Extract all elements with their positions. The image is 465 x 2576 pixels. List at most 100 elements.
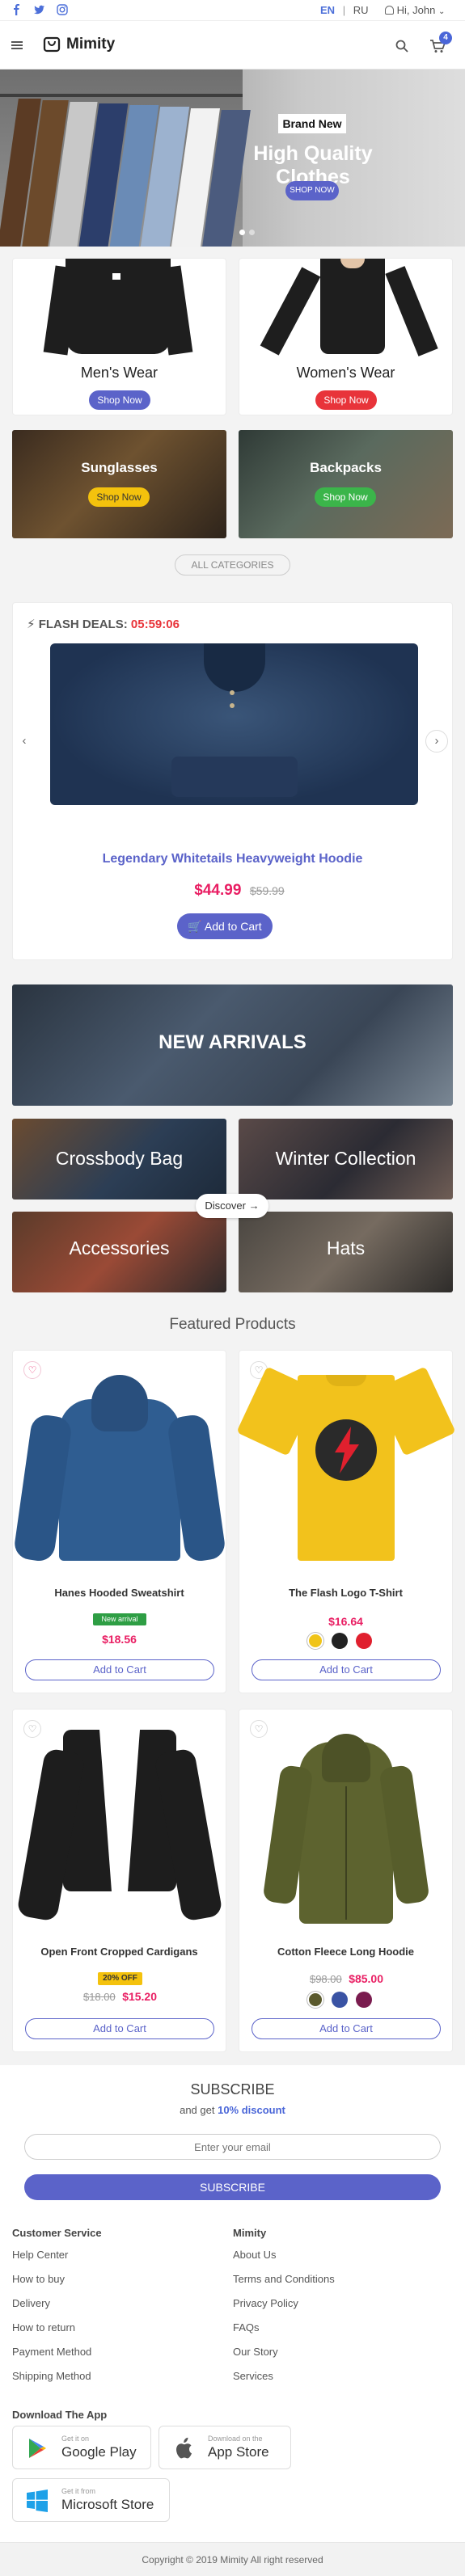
footer-link-about-us[interactable]: About Us (233, 2249, 335, 2261)
category-title: Backpacks (310, 460, 382, 475)
category-shop-now-button[interactable]: Shop Now (89, 390, 150, 410)
footer-link-how-to-buy[interactable]: How to buy (12, 2273, 91, 2285)
lightning-bolt-graphic (335, 1427, 359, 1474)
new-arrivals-banner[interactable]: NEW ARRIVALS (12, 984, 453, 1106)
footer: SUBSCRIBE and get 10% discount SUBSCRIBE… (0, 2065, 465, 2576)
collection-tile-hats[interactable]: Hats (239, 1212, 453, 1292)
hero-tag: Brand New (278, 114, 346, 133)
product-name[interactable]: Hanes Hooded Sweatshirt (13, 1587, 226, 1599)
windows-icon (27, 2490, 48, 2512)
category-shop-now-button[interactable]: Shop Now (315, 390, 377, 410)
collection-title: Crossbody Bag (55, 1148, 184, 1169)
footer-col2: About Us Terms and Conditions Privacy Po… (233, 2249, 335, 2394)
product-card[interactable]: ♡ Cotton Fleece Long Hoodie $98.00 $85.0… (239, 1709, 453, 2052)
product-name[interactable]: Cotton Fleece Long Hoodie (239, 1946, 452, 1958)
collection-tile-crossbody[interactable]: Crossbody Bag (12, 1119, 226, 1199)
featured-heading: Featured Products (169, 1316, 296, 1333)
shopping-bag-logo-icon (43, 36, 61, 53)
footer-link-services[interactable]: Services (233, 2370, 335, 2382)
add-to-cart-button[interactable]: Add to Cart (252, 2018, 441, 2039)
instagram-icon[interactable] (57, 4, 68, 15)
add-to-cart-button[interactable]: Add to Cart (25, 2018, 214, 2039)
product-price-row: $18.00 $15.20 (61, 1990, 179, 2005)
category-card-sunglasses[interactable]: Sunglasses Shop Now (12, 430, 226, 538)
top-bar: EN | RU Hi, John ⌄ (0, 0, 465, 21)
flash-product-name[interactable]: Legendary Whitetails Heavyweight Hoodie (13, 852, 452, 866)
flash-add-to-cart-button[interactable]: 🛒 Add to Cart (177, 913, 273, 939)
footer-link-faqs[interactable]: FAQs (233, 2321, 335, 2334)
footer-link-privacy[interactable]: Privacy Policy (233, 2297, 335, 2309)
footer-link-shipping-method[interactable]: Shipping Method (12, 2370, 91, 2382)
carousel-dot[interactable] (249, 230, 255, 235)
google-play-badge[interactable]: Get it on Google Play (12, 2426, 151, 2469)
collection-title: Accessories (69, 1237, 170, 1258)
footer-link-terms[interactable]: Terms and Conditions (233, 2273, 335, 2285)
user-menu[interactable]: Hi, John ⌄ (385, 4, 445, 16)
swatch-yellow[interactable] (307, 1633, 323, 1649)
copyright-text: Copyright © 2019 Mimity All right reserv… (142, 2554, 323, 2565)
swatch-black[interactable] (332, 1633, 348, 1649)
product-price-row: $98.00 $85.00 (288, 1972, 405, 1987)
brand-logo[interactable]: Mimity (66, 36, 115, 53)
category-card-mens[interactable]: Men's Wear Shop Now (12, 258, 226, 415)
swatch-red[interactable] (356, 1633, 372, 1649)
footer-link-payment-method[interactable]: Payment Method (12, 2346, 91, 2358)
add-to-cart-button[interactable]: Add to Cart (252, 1659, 441, 1680)
product-image (16, 1718, 223, 1928)
footer-link-delivery[interactable]: Delivery (12, 2297, 91, 2309)
main-header: Mimity 4 (0, 21, 465, 70)
carousel-next-icon[interactable]: › (425, 730, 448, 753)
email-input[interactable] (24, 2134, 441, 2160)
search-icon[interactable] (395, 40, 408, 53)
subscribe-subtitle: and get 10% discount (0, 2104, 465, 2116)
product-price: $16.64 (328, 1615, 363, 1628)
collection-tile-accessories[interactable]: Accessories (12, 1212, 226, 1292)
subscribe-button[interactable]: SUBSCRIBE (24, 2174, 441, 2200)
subscribe-text: and get (180, 2104, 215, 2116)
product-price: $85.00 (349, 1972, 384, 1985)
hero-banner: Brand New High Quality Clothes SHOP NOW (0, 70, 465, 247)
app-store-badge[interactable]: Download on the App Store (159, 2426, 291, 2469)
microsoft-store-badge[interactable]: Get it from Microsoft Store (12, 2478, 170, 2522)
category-card-backpacks[interactable]: Backpacks Shop Now (239, 430, 453, 538)
product-image (249, 1718, 443, 1928)
category-shop-now-button[interactable]: Shop Now (315, 487, 376, 507)
lang-en[interactable]: EN (320, 4, 335, 16)
menu-icon[interactable] (11, 41, 23, 49)
footer-link-help-center[interactable]: Help Center (12, 2249, 91, 2261)
store-name: Google Play (61, 2444, 137, 2460)
hero-shop-now-button[interactable]: SHOP NOW (285, 181, 339, 200)
product-price: $15.20 (122, 1990, 158, 2003)
cart-count-badge: 4 (439, 32, 452, 44)
facebook-icon[interactable] (11, 4, 23, 15)
lightning-icon: ⚡ (27, 618, 36, 631)
store-small-text: Get it on (61, 2435, 90, 2443)
lang-ru[interactable]: RU (353, 4, 369, 16)
product-name[interactable]: Open Front Cropped Cardigans (13, 1946, 226, 1958)
category-shop-now-button[interactable]: Shop Now (88, 487, 150, 507)
product-card[interactable]: ♡ Hanes Hooded Sweatshirt New arrival $1… (12, 1350, 227, 1693)
product-card[interactable]: ♡ Open Front Cropped Cardigans 20% OFF $… (12, 1709, 226, 2052)
add-to-cart-button[interactable]: Add to Cart (25, 1659, 214, 1680)
footer-link-how-to-return[interactable]: How to return (12, 2321, 91, 2334)
all-categories-button[interactable]: ALL CATEGORIES (175, 554, 290, 575)
product-name[interactable]: The Flash Logo T-Shirt (239, 1587, 452, 1599)
product-card[interactable]: ♡ The Flash Logo T-Shirt $16.64 Add to C… (236, 1350, 456, 1693)
category-card-womens[interactable]: Women's Wear Shop Now (239, 258, 453, 415)
twitter-icon[interactable] (34, 4, 45, 15)
carousel-dot[interactable] (239, 230, 245, 235)
carousel-prev-icon[interactable]: ‹ (13, 730, 36, 753)
womens-wear-image (260, 259, 438, 356)
mens-wear-image (43, 259, 193, 356)
swatch-blue[interactable] (332, 1992, 348, 2008)
swatch-olive[interactable] (307, 1992, 323, 2008)
collection-tile-winter[interactable]: Winter Collection (239, 1119, 453, 1199)
flash-product-image (50, 643, 418, 805)
footer-link-our-story[interactable]: Our Story (233, 2346, 335, 2358)
discover-button[interactable]: Discover → (196, 1194, 268, 1218)
swatch-maroon[interactable] (356, 1992, 372, 2008)
footer-col1: Help Center How to buy Delivery How to r… (12, 2249, 91, 2394)
footer-col1-title: Customer Service (12, 2227, 102, 2239)
product-image (236, 1359, 456, 1569)
flash-deals-timer: 05:59:06 (130, 618, 180, 631)
